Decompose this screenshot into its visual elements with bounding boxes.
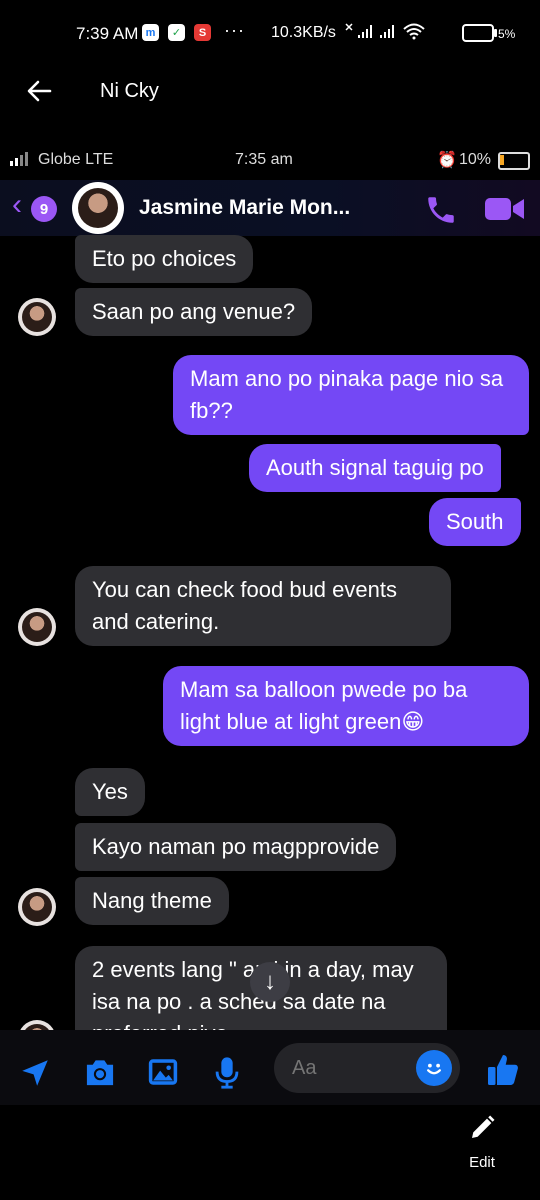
back-chevron-icon[interactable]: ‹: [12, 190, 22, 220]
shield-badge-icon: ✓: [168, 24, 185, 41]
outer-status-bar: 7:39 AM m ✓ S ··· 10.3KB/s 5%: [0, 0, 540, 68]
avatar-photo: [22, 612, 52, 642]
message-bubble-outgoing[interactable]: Mam sa balloon pwede po ba light blue at…: [163, 666, 529, 746]
battery-fill: [500, 155, 504, 165]
video-call-icon[interactable]: [484, 196, 526, 227]
inner-clock: 7:35 am: [235, 151, 293, 168]
unread-count-badge[interactable]: 9: [31, 196, 57, 222]
phone-call-icon[interactable]: [424, 193, 458, 232]
microphone-icon[interactable]: [212, 1056, 242, 1095]
camera-icon[interactable]: [82, 1056, 118, 1093]
signal-wifi-icons: [344, 22, 452, 44]
message-bubble-incoming[interactable]: Nang theme: [75, 877, 229, 925]
sender-avatar[interactable]: [18, 888, 56, 926]
inner-battery-level: 10%: [459, 151, 492, 168]
avatar-photo: [78, 188, 118, 228]
contact-avatar[interactable]: [72, 182, 124, 234]
post-title: Ni Cky: [100, 80, 159, 102]
more-notifications-icon: ···: [224, 20, 245, 40]
location-icon[interactable]: [18, 1056, 52, 1095]
scroll-to-bottom-button[interactable]: ↓: [250, 962, 290, 1002]
carrier-label: Globe LTE: [38, 151, 114, 168]
message-bubble-outgoing[interactable]: South: [429, 498, 521, 546]
sender-avatar[interactable]: [18, 608, 56, 646]
edit-label: Edit: [469, 1154, 495, 1171]
outer-battery-icon: [462, 24, 497, 42]
gallery-icon[interactable]: [146, 1056, 180, 1093]
back-arrow-icon[interactable]: [24, 76, 54, 112]
edit-button[interactable]: Edit: [460, 1113, 504, 1171]
cell-signal-icon: [10, 152, 28, 166]
emoji-icon[interactable]: [416, 1050, 452, 1086]
contact-name[interactable]: Jasmine Marie Mon...: [139, 196, 350, 220]
message-bubble-incoming[interactable]: Eto po choices: [75, 235, 254, 283]
sender-avatar[interactable]: [18, 298, 56, 336]
app-badge-icon: S: [194, 24, 211, 41]
message-bubble-incoming[interactable]: You can check food bud events and cateri…: [75, 566, 451, 646]
message-bubble-incoming[interactable]: Saan po ang venue?: [75, 288, 313, 336]
messenger-badge-icon: m: [142, 24, 159, 41]
message-bubble-outgoing[interactable]: Aouth signal taguig po: [249, 444, 501, 492]
pencil-icon: [472, 1115, 495, 1138]
network-speed: 10.3KB/s: [271, 24, 336, 41]
inner-status-bar: Globe LTE 7:35 am ⏰ 10%: [0, 140, 540, 180]
outer-clock: 7:39 AM: [76, 24, 139, 43]
chat-screenshot: Globe LTE 7:35 am ⏰ 10% ‹ 9 Jasmine Mari…: [0, 140, 540, 1105]
avatar-photo: [22, 892, 52, 922]
message-bubble-incoming[interactable]: Yes: [75, 768, 145, 816]
message-bubble-outgoing[interactable]: Mam ano po pinaka page nio sa fb??: [173, 355, 529, 435]
outer-battery-level: 5%: [498, 27, 516, 41]
avatar-photo: [22, 302, 52, 332]
alarm-icon: ⏰: [437, 152, 457, 169]
thumbs-up-icon[interactable]: [484, 1052, 522, 1093]
message-bubble-incoming[interactable]: Kayo naman po magpprovide: [75, 823, 397, 871]
